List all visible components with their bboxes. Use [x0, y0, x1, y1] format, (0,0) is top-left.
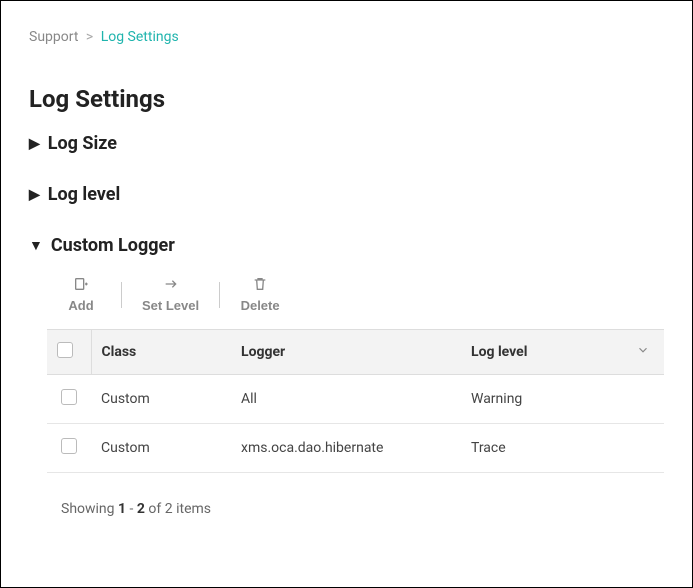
section-log-level-header[interactable]: ▶ Log level — [29, 184, 664, 205]
add-button[interactable]: Add — [61, 276, 101, 313]
delete-button-label: Delete — [241, 298, 280, 313]
toolbar-separator — [121, 282, 122, 308]
custom-logger-table: Class Logger Log level Custom — [47, 329, 664, 473]
column-menu-icon[interactable] — [636, 345, 650, 361]
table-row[interactable]: Custom xms.oca.dao.hibernate Trace — [47, 424, 664, 473]
pagination-summary: Showing 1 - 2 of 2 items — [47, 501, 664, 517]
cell-log-level: Trace — [461, 424, 664, 473]
section-log-size-title: Log Size — [48, 133, 117, 154]
pager-suffix: items — [173, 501, 211, 517]
section-log-size: ▶ Log Size — [29, 133, 664, 154]
trash-icon — [252, 276, 268, 295]
pager-range-end: 2 — [137, 501, 145, 517]
cell-log-level: Warning — [461, 375, 664, 424]
cell-logger: xms.oca.dao.hibernate — [231, 424, 461, 473]
row-checkbox[interactable] — [61, 438, 77, 454]
column-header-class[interactable]: Class — [91, 330, 231, 375]
section-custom-logger: ▼ Custom Logger Add Set Level — [29, 235, 664, 517]
chevron-down-icon: ▼ — [29, 237, 43, 254]
section-log-level: ▶ Log level — [29, 184, 664, 205]
row-checkbox[interactable] — [61, 389, 77, 405]
page-title: Log Settings — [29, 85, 664, 113]
breadcrumb-separator: > — [86, 29, 93, 45]
chevron-right-icon: ▶ — [29, 187, 40, 203]
column-header-log-level[interactable]: Log level — [461, 330, 626, 375]
breadcrumb-parent[interactable]: Support — [29, 29, 78, 45]
custom-logger-toolbar: Add Set Level Delete — [47, 276, 664, 313]
arrow-right-icon — [163, 276, 179, 295]
pager-mid: of — [145, 501, 165, 517]
breadcrumb-current[interactable]: Log Settings — [101, 29, 179, 45]
chevron-right-icon: ▶ — [29, 136, 40, 152]
pager-dash: - — [126, 501, 137, 517]
cell-class: Custom — [91, 375, 231, 424]
add-icon — [73, 276, 89, 295]
section-custom-logger-header[interactable]: ▼ Custom Logger — [29, 235, 664, 256]
pager-range-start: 1 — [118, 501, 126, 517]
column-header-logger[interactable]: Logger — [231, 330, 461, 375]
toolbar-separator — [219, 282, 220, 308]
cell-logger: All — [231, 375, 461, 424]
set-level-button-label: Set Level — [142, 298, 199, 313]
pager-total: 2 — [165, 501, 173, 517]
select-all-checkbox[interactable] — [57, 342, 73, 358]
pager-prefix: Showing — [61, 501, 115, 517]
table-row[interactable]: Custom All Warning — [47, 375, 664, 424]
section-custom-logger-title: Custom Logger — [51, 235, 175, 256]
cell-class: Custom — [91, 424, 231, 473]
breadcrumb: Support > Log Settings — [29, 29, 664, 45]
delete-button[interactable]: Delete — [240, 276, 280, 313]
section-log-level-title: Log level — [48, 184, 121, 205]
set-level-button[interactable]: Set Level — [142, 276, 199, 313]
section-log-size-header[interactable]: ▶ Log Size — [29, 133, 664, 154]
add-button-label: Add — [68, 298, 93, 313]
